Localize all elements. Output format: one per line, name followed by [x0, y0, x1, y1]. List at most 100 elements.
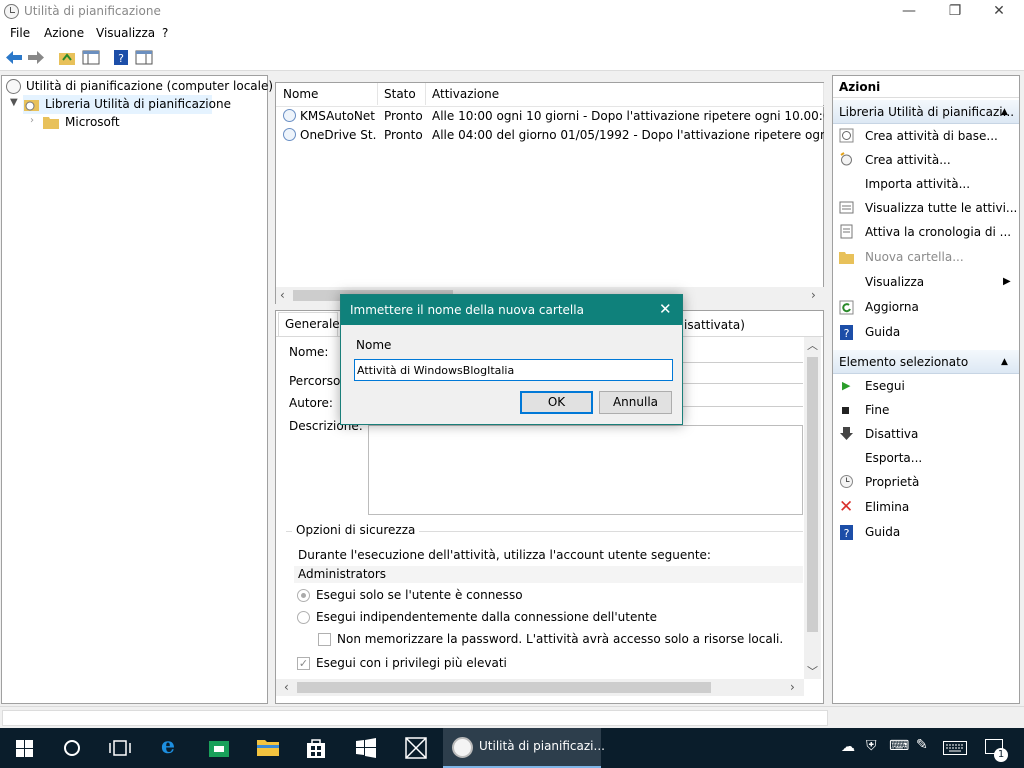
svg-text:?: ? — [844, 527, 850, 540]
task-view-icon[interactable] — [109, 740, 131, 756]
pen-ink-icon[interactable]: ✎ — [916, 737, 928, 753]
action-refresh[interactable]: Aggiorna — [833, 295, 1019, 319]
windows-tile-icon[interactable] — [355, 737, 377, 759]
tree-microsoft[interactable]: Microsoft — [65, 113, 120, 131]
task-name: KMSAutoNet — [300, 109, 375, 123]
action-help-selected[interactable]: ? Guida — [833, 520, 1019, 544]
scroll-down-icon[interactable]: ﹀ — [807, 663, 818, 679]
scroll-right-icon[interactable]: › — [811, 288, 816, 302]
taskbar-app-task-scheduler[interactable]: Utilità di pianificazi... — [443, 728, 605, 768]
path-label: Percorso: — [289, 374, 345, 388]
actions-section-library[interactable]: Libreria Utilità di pianificazi... ▲ — [833, 100, 1019, 124]
help-icon: ? — [840, 325, 853, 340]
store-bag-icon[interactable] — [305, 737, 327, 759]
minimize-button[interactable]: — — [886, 0, 932, 24]
task-list: Nome Stato Attivazione KMSAutoNet Pronto… — [275, 82, 824, 304]
column-header-stato[interactable]: Stato — [378, 83, 426, 105]
name-label: Nome: — [289, 345, 329, 359]
view-all-tasks-icon — [839, 201, 854, 214]
collapse-arrow-icon[interactable]: ▲ — [1001, 350, 1008, 374]
menu-visualizza[interactable]: Visualizza — [96, 26, 155, 40]
collapse-arrow-icon[interactable]: ▲ — [1001, 100, 1008, 124]
dialog-close-icon[interactable]: ✕ — [659, 300, 672, 318]
show-hide-action-pane-icon[interactable] — [135, 49, 153, 66]
radio-any-user[interactable] — [297, 611, 310, 624]
disable-arrow-icon — [840, 427, 853, 440]
scroll-left-icon[interactable]: ‹ — [284, 680, 289, 694]
store-app-icon[interactable] — [208, 738, 230, 758]
notification-badge: 1 — [994, 748, 1008, 762]
action-export[interactable]: Esporta... — [833, 446, 1019, 470]
description-field[interactable] — [368, 425, 803, 515]
tree-root[interactable]: Utilità di pianificazione (computer loca… — [26, 77, 273, 95]
close-button[interactable]: ✕ — [976, 0, 1022, 24]
edge-browser-icon[interactable]: e — [161, 733, 175, 759]
touch-keyboard-icon[interactable] — [943, 741, 967, 755]
checkbox-highest-privileges-label: Esegui con i privilegi più elevati — [316, 656, 507, 670]
action-properties[interactable]: Proprietà — [833, 470, 1019, 494]
scrollbar-thumb[interactable] — [297, 682, 711, 693]
tab-partial[interactable]: isattivata) — [684, 318, 745, 332]
action-view-all-running[interactable]: Visualizza tutte le attivi... — [833, 196, 1019, 220]
action-end[interactable]: Fine — [833, 398, 1019, 422]
name-field[interactable] — [681, 341, 803, 363]
action-create-task[interactable]: Crea attività... — [833, 148, 1019, 172]
horizontal-scrollbar[interactable]: ‹ › — [276, 679, 804, 696]
radio-any-user-label: Esegui indipendentemente dalla connessio… — [316, 610, 658, 624]
create-basic-task-icon — [839, 128, 854, 143]
network-icon[interactable]: ⌨ — [889, 738, 909, 754]
security-shield-icon[interactable]: ⛨ — [866, 738, 877, 754]
menu-file[interactable]: File — [10, 26, 30, 40]
up-folder-icon[interactable] — [58, 49, 76, 66]
action-help[interactable]: ? Guida — [833, 320, 1019, 344]
table-row[interactable]: OneDrive St... Pronto Alle 04:00 del gio… — [276, 126, 824, 145]
scroll-up-icon[interactable]: ︿ — [807, 337, 818, 353]
action-run[interactable]: ▶ Esegui — [833, 374, 1019, 398]
vertical-scrollbar[interactable]: ︿ ﹀ — [804, 337, 821, 679]
collapsed-arrow-icon[interactable]: › — [30, 115, 34, 126]
checkbox-highest-privileges[interactable]: ✓ — [297, 657, 310, 670]
ok-button[interactable]: OK — [520, 391, 593, 414]
task-trigger: Alle 04:00 del giorno 01/05/1992 - Dopo … — [432, 128, 824, 142]
column-header-attivazione[interactable]: Attivazione — [426, 83, 824, 105]
file-explorer-icon[interactable] — [257, 738, 279, 756]
action-import-task[interactable]: Importa attività... — [833, 172, 1019, 196]
scroll-left-icon[interactable]: ‹ — [280, 288, 285, 302]
maximize-button[interactable]: ❐ — [932, 0, 978, 24]
menu-help[interactable]: ? — [162, 26, 168, 40]
cancel-button[interactable]: Annulla — [599, 391, 672, 414]
security-text: Durante l'esecuzione dell'attività, util… — [298, 548, 711, 562]
back-arrow-icon[interactable] — [5, 49, 23, 66]
actions-section-selected[interactable]: Elemento selezionato ▲ — [833, 350, 1019, 374]
expand-arrow-icon[interactable]: ▼ — [10, 97, 18, 108]
folder-name-input[interactable] — [354, 359, 673, 381]
delete-x-icon: ✕ — [839, 497, 854, 517]
search-cortana-icon[interactable] — [64, 740, 80, 756]
action-view[interactable]: Visualizza ▶ — [833, 270, 1019, 294]
action-disable[interactable]: Disattiva — [833, 422, 1019, 446]
table-row[interactable]: KMSAutoNet Pronto Alle 10:00 ogni 10 gio… — [276, 107, 824, 126]
onedrive-cloud-icon[interactable]: ☁ — [841, 739, 855, 755]
author-field — [681, 389, 803, 407]
tab-generale[interactable]: Generale — [278, 312, 340, 336]
dialog-title-bar: Immettere il nome della nuova cartella ✕ — [341, 295, 682, 325]
show-hide-tree-icon[interactable] — [82, 49, 100, 66]
start-windows-icon[interactable] — [16, 740, 33, 757]
action-enable-history[interactable]: Attiva la cronologia di ... — [833, 220, 1019, 244]
scrollbar-thumb[interactable] — [807, 357, 818, 632]
forward-arrow-icon[interactable] — [27, 49, 45, 66]
menu-azione[interactable]: Azione — [44, 26, 84, 40]
action-create-basic-task[interactable]: Crea attività di base... — [833, 124, 1019, 148]
radio-logged-on[interactable] — [297, 589, 310, 602]
tree-library[interactable]: Libreria Utilità di pianificazione — [45, 95, 231, 113]
snipping-tool-icon[interactable] — [405, 737, 427, 759]
scroll-right-icon[interactable]: › — [790, 680, 795, 694]
help-icon[interactable]: ? — [112, 49, 130, 66]
task-status: Pronto — [384, 128, 423, 142]
action-new-folder[interactable]: Nuova cartella... — [833, 245, 1019, 269]
action-delete[interactable]: ✕ Elimina — [833, 495, 1019, 519]
clock-icon — [452, 737, 473, 758]
task-name: OneDrive St... — [300, 128, 376, 142]
column-header-nome[interactable]: Nome — [277, 83, 378, 105]
checkbox-no-password[interactable] — [318, 633, 331, 646]
